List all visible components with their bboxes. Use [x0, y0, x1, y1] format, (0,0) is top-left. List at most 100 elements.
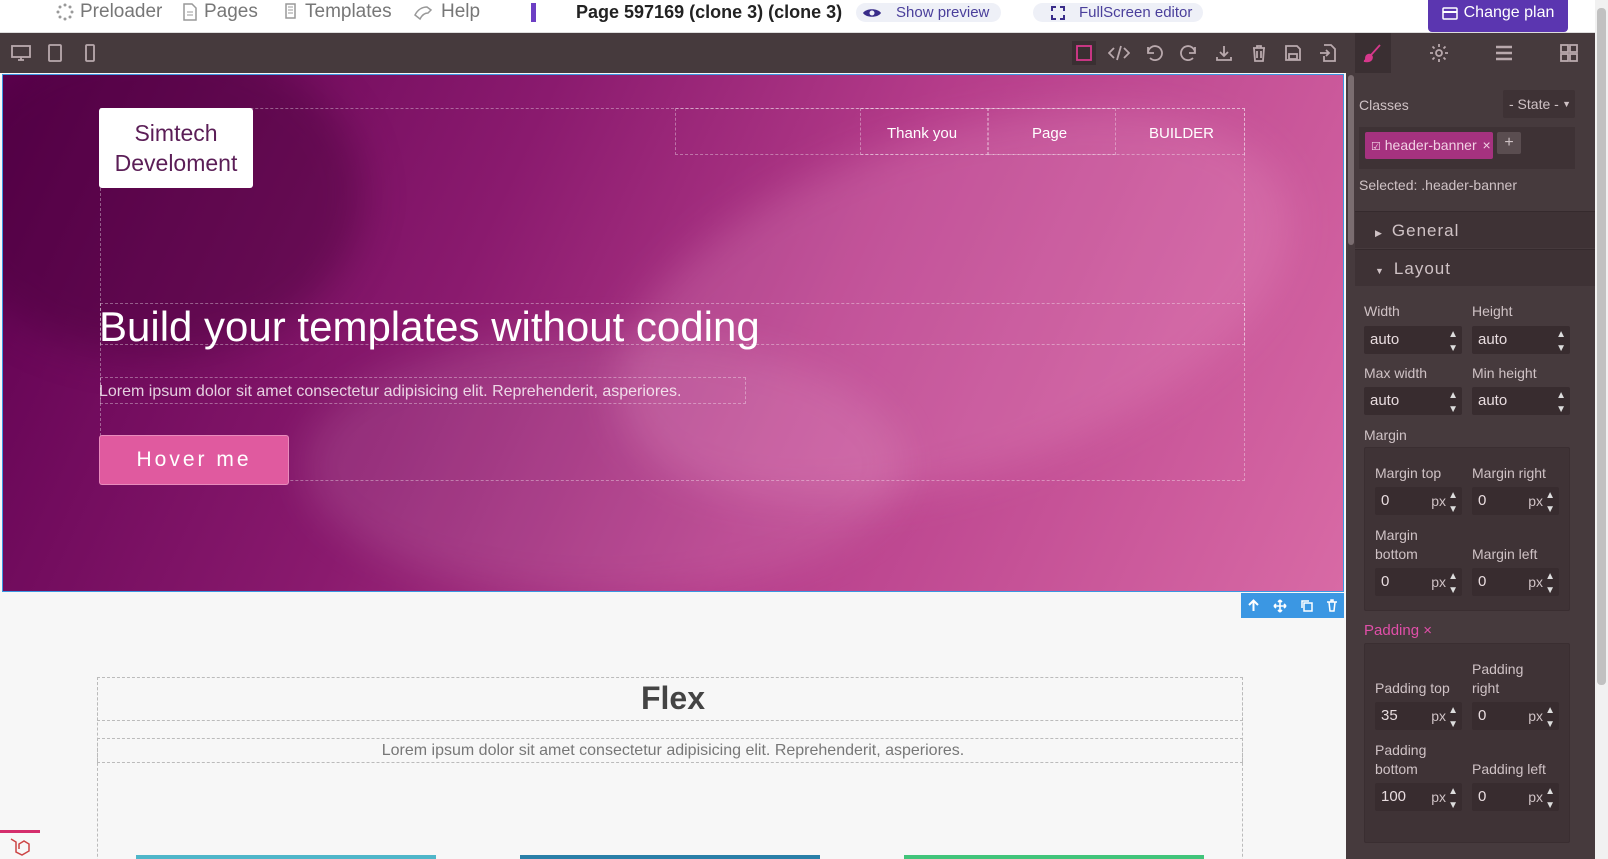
clear-padding-icon[interactable]: ×: [1423, 622, 1432, 639]
hero-title: Build your templates without coding: [99, 303, 760, 350]
class-tag[interactable]: ☑ header-banner ×: [1365, 132, 1493, 159]
stepper-icon[interactable]: ▲ ▼: [1545, 570, 1555, 598]
top-bar: Preloader Pages Templates Help Page 5971…: [0, 0, 1608, 33]
fullscreen-label: FullScreen editor: [1079, 4, 1193, 21]
add-class-button[interactable]: +: [1497, 132, 1521, 154]
editor-canvas[interactable]: Simtech Develoment Thank you Page BUILDE…: [0, 73, 1346, 859]
nav-help[interactable]: Help: [413, 0, 480, 24]
outline-icon: [1076, 45, 1092, 61]
templates-icon: [285, 3, 296, 19]
nav-preloader[interactable]: Preloader: [56, 0, 162, 24]
selected-label: Selected: .header-banner: [1359, 177, 1517, 193]
padding-right-value: 0: [1478, 707, 1487, 724]
select-parent-icon[interactable]: [1247, 599, 1260, 612]
stepper-icon[interactable]: ▲ ▼: [1448, 328, 1458, 356]
canvas-scroll-thumb[interactable]: [1348, 75, 1354, 245]
nav-link-builder[interactable]: BUILDER: [1149, 125, 1214, 142]
device-desktop-button[interactable]: [9, 41, 33, 65]
state-select[interactable]: - State - ▼: [1503, 90, 1575, 118]
header-banner[interactable]: Simtech Develoment Thank you Page BUILDE…: [2, 74, 1344, 592]
maxwidth-value: auto: [1370, 392, 1400, 409]
margin-left-input[interactable]: 0 px ▲ ▼: [1472, 568, 1559, 596]
brand-logo[interactable]: Simtech Develoment: [99, 108, 253, 188]
padding-right-input[interactable]: 0 px ▲ ▼: [1472, 702, 1559, 730]
move-icon[interactable]: [1273, 598, 1287, 613]
flex-subtitle: Lorem ipsum dolor sit amet consectetur a…: [381, 742, 965, 759]
nav-link-thank-you[interactable]: Thank you: [887, 125, 957, 142]
show-preview-label: Show preview: [896, 4, 990, 21]
height-input[interactable]: auto ▲ ▼: [1472, 326, 1570, 354]
blocks-tab[interactable]: [1557, 41, 1581, 65]
change-plan-label: Change plan: [1463, 4, 1555, 21]
margin-top-input[interactable]: 0 px ▲ ▼: [1375, 487, 1462, 515]
stepper-icon[interactable]: ▲ ▼: [1545, 489, 1555, 517]
remove-class-icon[interactable]: ×: [1483, 137, 1491, 153]
device-tablet-button[interactable]: [43, 41, 67, 65]
padding-right-label-2: right: [1472, 680, 1500, 696]
nav-templates[interactable]: Templates: [283, 0, 392, 24]
padding-bottom-label-1: Padding: [1375, 742, 1427, 758]
padding-top-input[interactable]: 35 px ▲ ▼: [1375, 702, 1462, 730]
stepper-icon[interactable]: ▲ ▼: [1448, 785, 1458, 813]
code-button[interactable]: [1107, 41, 1131, 65]
delete-icon[interactable]: [1326, 599, 1338, 612]
show-preview-button[interactable]: Show preview: [856, 3, 1001, 22]
page-scrollbar[interactable]: [1595, 0, 1608, 859]
hero-subtitle: Lorem ipsum dolor sit amet consectetur a…: [99, 383, 682, 400]
change-plan-button[interactable]: Change plan: [1428, 0, 1568, 32]
width-input[interactable]: auto ▲ ▼: [1364, 326, 1462, 354]
nav-link-page[interactable]: Page: [1032, 125, 1067, 142]
redo-button[interactable]: [1177, 41, 1201, 65]
margin-bottom-label: Margin bottom: [1375, 526, 1418, 564]
stepper-icon[interactable]: ▲ ▼: [1545, 785, 1555, 813]
minheight-input[interactable]: auto ▲ ▼: [1472, 387, 1570, 415]
page-scroll-thumb[interactable]: [1597, 8, 1606, 685]
layers-tab[interactable]: [1492, 41, 1516, 65]
padding-right-label-1: Padding: [1472, 661, 1524, 677]
margin-right-value: 0: [1478, 492, 1487, 509]
padding-left-input[interactable]: 0 px ▲ ▼: [1472, 783, 1559, 811]
save-button[interactable]: [1281, 41, 1305, 65]
stepper-icon[interactable]: ▲ ▼: [1448, 704, 1458, 732]
stepper-icon[interactable]: ▲ ▼: [1556, 389, 1566, 417]
unit-label[interactable]: px: [1528, 783, 1543, 811]
import-button[interactable]: [1316, 41, 1340, 65]
maxwidth-input[interactable]: auto ▲ ▼: [1364, 387, 1462, 415]
unit-label[interactable]: px: [1528, 702, 1543, 730]
width-label: Width: [1364, 303, 1400, 319]
stepper-icon[interactable]: ▲ ▼: [1448, 489, 1458, 517]
clone-icon[interactable]: [1300, 599, 1313, 612]
device-mobile-button[interactable]: [78, 41, 102, 65]
undo-button[interactable]: [1142, 41, 1166, 65]
debugbar-button[interactable]: [0, 830, 40, 859]
clear-canvas-button[interactable]: [1247, 41, 1271, 65]
unit-label[interactable]: px: [1528, 487, 1543, 515]
style-manager-tab[interactable]: [1361, 41, 1385, 65]
unit-label[interactable]: px: [1528, 568, 1543, 596]
stepper-icon[interactable]: ▲ ▼: [1448, 389, 1458, 417]
nav-pages[interactable]: Pages: [182, 0, 258, 24]
fullscreen-editor-button[interactable]: FullScreen editor: [1033, 3, 1203, 22]
stepper-icon[interactable]: ▲ ▼: [1448, 570, 1458, 598]
code-icon: [1108, 45, 1130, 61]
general-section-header[interactable]: ▶ General: [1355, 211, 1595, 248]
stepper-icon[interactable]: ▲ ▼: [1545, 704, 1555, 732]
redo-icon: [1180, 45, 1196, 61]
unit-label[interactable]: px: [1431, 702, 1446, 730]
padding-bottom-input[interactable]: 100 px ▲ ▼: [1375, 783, 1462, 811]
page-icon: [183, 3, 197, 21]
unit-label[interactable]: px: [1431, 487, 1446, 515]
padding-bottom-value: 100: [1381, 788, 1407, 805]
unit-label[interactable]: px: [1431, 783, 1446, 811]
unit-label[interactable]: px: [1431, 568, 1446, 596]
outline-toggle-button[interactable]: [1072, 41, 1096, 65]
layout-section-header[interactable]: ▼ Layout: [1355, 249, 1595, 286]
margin-bottom-input[interactable]: 0 px ▲ ▼: [1375, 568, 1462, 596]
margin-right-input[interactable]: 0 px ▲ ▼: [1472, 487, 1559, 515]
stepper-icon[interactable]: ▲ ▼: [1556, 328, 1566, 356]
download-button[interactable]: [1212, 41, 1236, 65]
settings-tab[interactable]: [1427, 41, 1451, 65]
margin-top-label: Margin top: [1375, 465, 1442, 481]
hover-me-button[interactable]: Hover me: [99, 435, 289, 485]
checkbox-icon[interactable]: ☑: [1371, 141, 1381, 153]
